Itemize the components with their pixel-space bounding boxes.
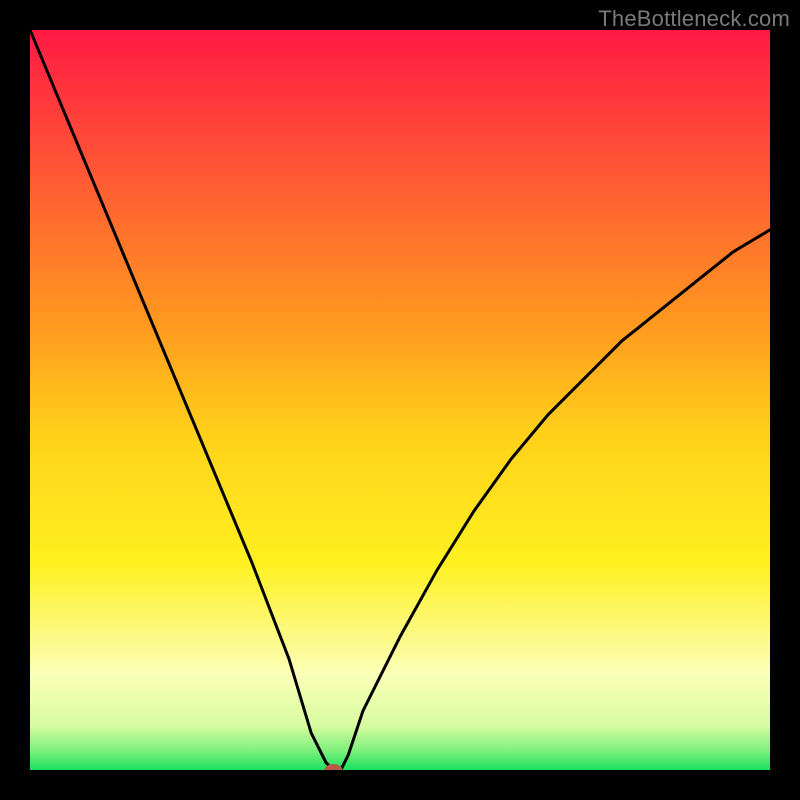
plot-area [30,30,770,770]
watermark-label: TheBottleneck.com [598,6,790,32]
chart-frame: TheBottleneck.com [0,0,800,800]
bottleneck-chart [30,30,770,770]
gradient-background [30,30,770,770]
